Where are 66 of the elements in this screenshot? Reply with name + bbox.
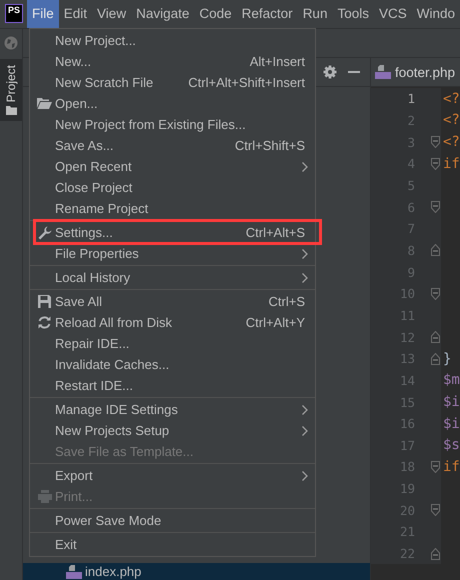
reload-icon: [38, 316, 51, 329]
menu-item[interactable]: New... Alt+Insert: [30, 51, 315, 72]
fold-marker-icon[interactable]: [431, 331, 440, 344]
menu-bar-item[interactable]: Tools: [332, 0, 374, 28]
fold-marker-icon[interactable]: [431, 136, 440, 148]
menu-bar-item[interactable]: Windo: [412, 0, 460, 28]
code-text: <?: [442, 90, 460, 107]
fold-marker-icon[interactable]: [431, 201, 440, 214]
folder-icon: [37, 98, 52, 109]
menu-item[interactable]: File Properties: [30, 243, 315, 264]
code-text: $i: [442, 394, 460, 410]
menu-item[interactable]: Rename Project: [30, 198, 315, 219]
menu-item[interactable]: New Projects Setup: [30, 420, 315, 441]
code-text: if: [442, 156, 460, 172]
folder-icon: [6, 106, 16, 116]
code-text: }: [442, 350, 452, 367]
menu-bar-item[interactable]: Code: [194, 0, 237, 28]
menu-bar-item[interactable]: Edit: [58, 0, 92, 28]
printer-icon: [38, 490, 52, 503]
menu-item[interactable]: Export: [30, 465, 315, 486]
menu-item[interactable]: Restart IDE...: [30, 375, 315, 396]
menu-item[interactable]: New Project from Existing Files...: [30, 114, 315, 135]
globe-icon[interactable]: [4, 36, 18, 50]
menu-item[interactable]: Manage IDE Settings: [30, 399, 315, 420]
line-number: 1: [406, 91, 415, 106]
menu-item[interactable]: Close Project: [30, 177, 315, 198]
menu-bar-item[interactable]: Run: [298, 0, 332, 28]
fold-marker-icon[interactable]: [431, 244, 440, 256]
php-file-icon: [66, 564, 82, 578]
code-text: <?: [442, 134, 460, 150]
fold-marker-icon[interactable]: [431, 504, 440, 516]
settings-icon[interactable]: [323, 65, 337, 79]
code-text: $s: [442, 437, 460, 454]
fold-marker-icon[interactable]: [431, 158, 440, 170]
fold-marker-icon[interactable]: [431, 288, 440, 300]
menu-item[interactable]: Open...: [30, 93, 315, 114]
menu-item[interactable]: Local History: [30, 267, 315, 288]
fold-marker-icon[interactable]: [431, 460, 440, 473]
menu-item[interactable]: Save As... Ctrl+Shift+S: [30, 135, 315, 156]
menu-item[interactable]: New Scratch File Ctrl+Alt+Shift+Insert: [30, 72, 315, 93]
fold-marker-icon[interactable]: [431, 352, 440, 365]
menu-item[interactable]: Reload All from Disk Ctrl+Alt+Y: [30, 312, 315, 333]
code-text: $i: [442, 416, 460, 432]
menu-item[interactable]: Invalidate Caches...: [30, 354, 315, 375]
save-icon: [38, 295, 51, 308]
code-text: if: [442, 458, 460, 475]
fold-marker-icon[interactable]: [431, 548, 440, 560]
menu-bar-item[interactable]: VCS: [374, 0, 412, 28]
menu-item[interactable]: Power Save Mode: [30, 510, 315, 531]
php-file-icon: [375, 65, 391, 79]
menu-item[interactable]: Repair IDE...: [30, 333, 315, 354]
project-tool-tab[interactable]: Project: [0, 59, 22, 122]
menu-item[interactable]: New Project...: [30, 30, 315, 51]
menu-item[interactable]: Settings... Ctrl+Alt+S: [30, 222, 315, 243]
menu-item[interactable]: Save All Ctrl+S: [30, 291, 315, 312]
tree-item[interactable]: index.php: [23, 563, 370, 580]
app-logo: PS: [5, 4, 24, 23]
code-text: <?: [442, 112, 460, 128]
wrench-icon: [38, 226, 52, 240]
menu-bar-item[interactable]: Refactor: [236, 0, 298, 28]
menu-item[interactable]: Exit: [30, 534, 315, 555]
menu-bar-item[interactable]: View: [92, 0, 132, 28]
menu-bar-item[interactable]: File: [27, 0, 59, 28]
menu-item[interactable]: Open Recent: [30, 156, 315, 177]
menu-bar-item[interactable]: Navigate: [131, 0, 194, 28]
code-text: $m: [442, 372, 460, 388]
